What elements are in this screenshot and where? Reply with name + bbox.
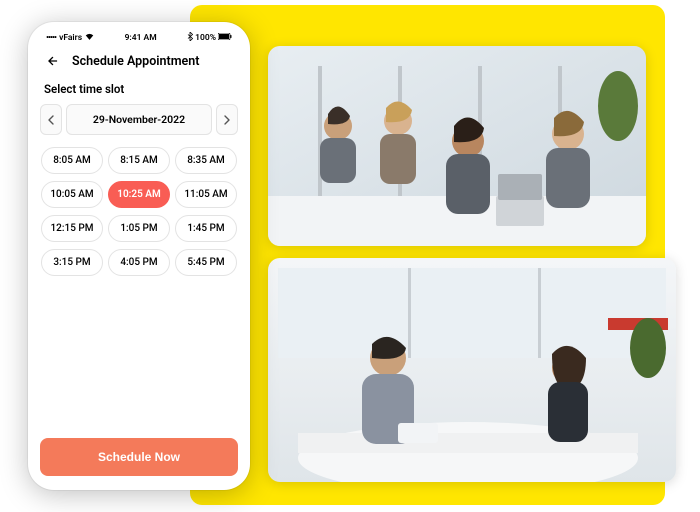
date-prev-button[interactable]: [40, 104, 62, 135]
battery-label: 100%: [195, 33, 216, 43]
date-display[interactable]: 29-November-2022: [66, 104, 212, 135]
time-slot[interactable]: 1:45 PM: [175, 215, 237, 242]
time-slot[interactable]: 1:05 PM: [108, 215, 170, 242]
time-slot[interactable]: 8:15 AM: [108, 147, 170, 174]
time-slot[interactable]: 10:05 AM: [41, 181, 103, 208]
time-slot[interactable]: 12:15 PM: [41, 215, 103, 242]
phone-mockup: ••••• vFairs 9:41 AM 100% Schedule Appoi…: [28, 22, 250, 490]
date-selector: 29-November-2022: [40, 104, 238, 135]
time-slot[interactable]: 11:05 AM: [175, 181, 237, 208]
time-slot[interactable]: 3:15 PM: [41, 249, 103, 276]
time-slot-grid: 8:05 AM8:15 AM8:35 AM 10:05 AM10:25 AM11:…: [40, 147, 238, 276]
date-next-button[interactable]: [216, 104, 238, 135]
carrier-label: vFairs: [59, 33, 82, 43]
time-slot[interactable]: 8:35 AM: [175, 147, 237, 174]
battery-icon: [218, 33, 232, 43]
status-bar: ••••• vFairs 9:41 AM 100%: [40, 30, 238, 48]
bluetooth-icon: [187, 32, 193, 44]
time-slot[interactable]: 10:25 AM: [108, 181, 170, 208]
page-title: Schedule Appointment: [72, 54, 199, 69]
signal-icon: •••••: [46, 33, 56, 43]
time-slot[interactable]: 4:05 PM: [108, 249, 170, 276]
section-label: Select time slot: [40, 80, 238, 104]
back-button[interactable]: [44, 52, 62, 70]
status-time: 9:41 AM: [125, 33, 157, 43]
illustration-photo-top: [268, 46, 646, 246]
illustration-photo-bottom: [268, 258, 676, 482]
wifi-icon: [85, 33, 94, 43]
schedule-button[interactable]: Schedule Now: [40, 438, 238, 476]
screen-header: Schedule Appointment: [40, 48, 238, 80]
time-slot[interactable]: 8:05 AM: [41, 147, 103, 174]
time-slot[interactable]: 5:45 PM: [175, 249, 237, 276]
